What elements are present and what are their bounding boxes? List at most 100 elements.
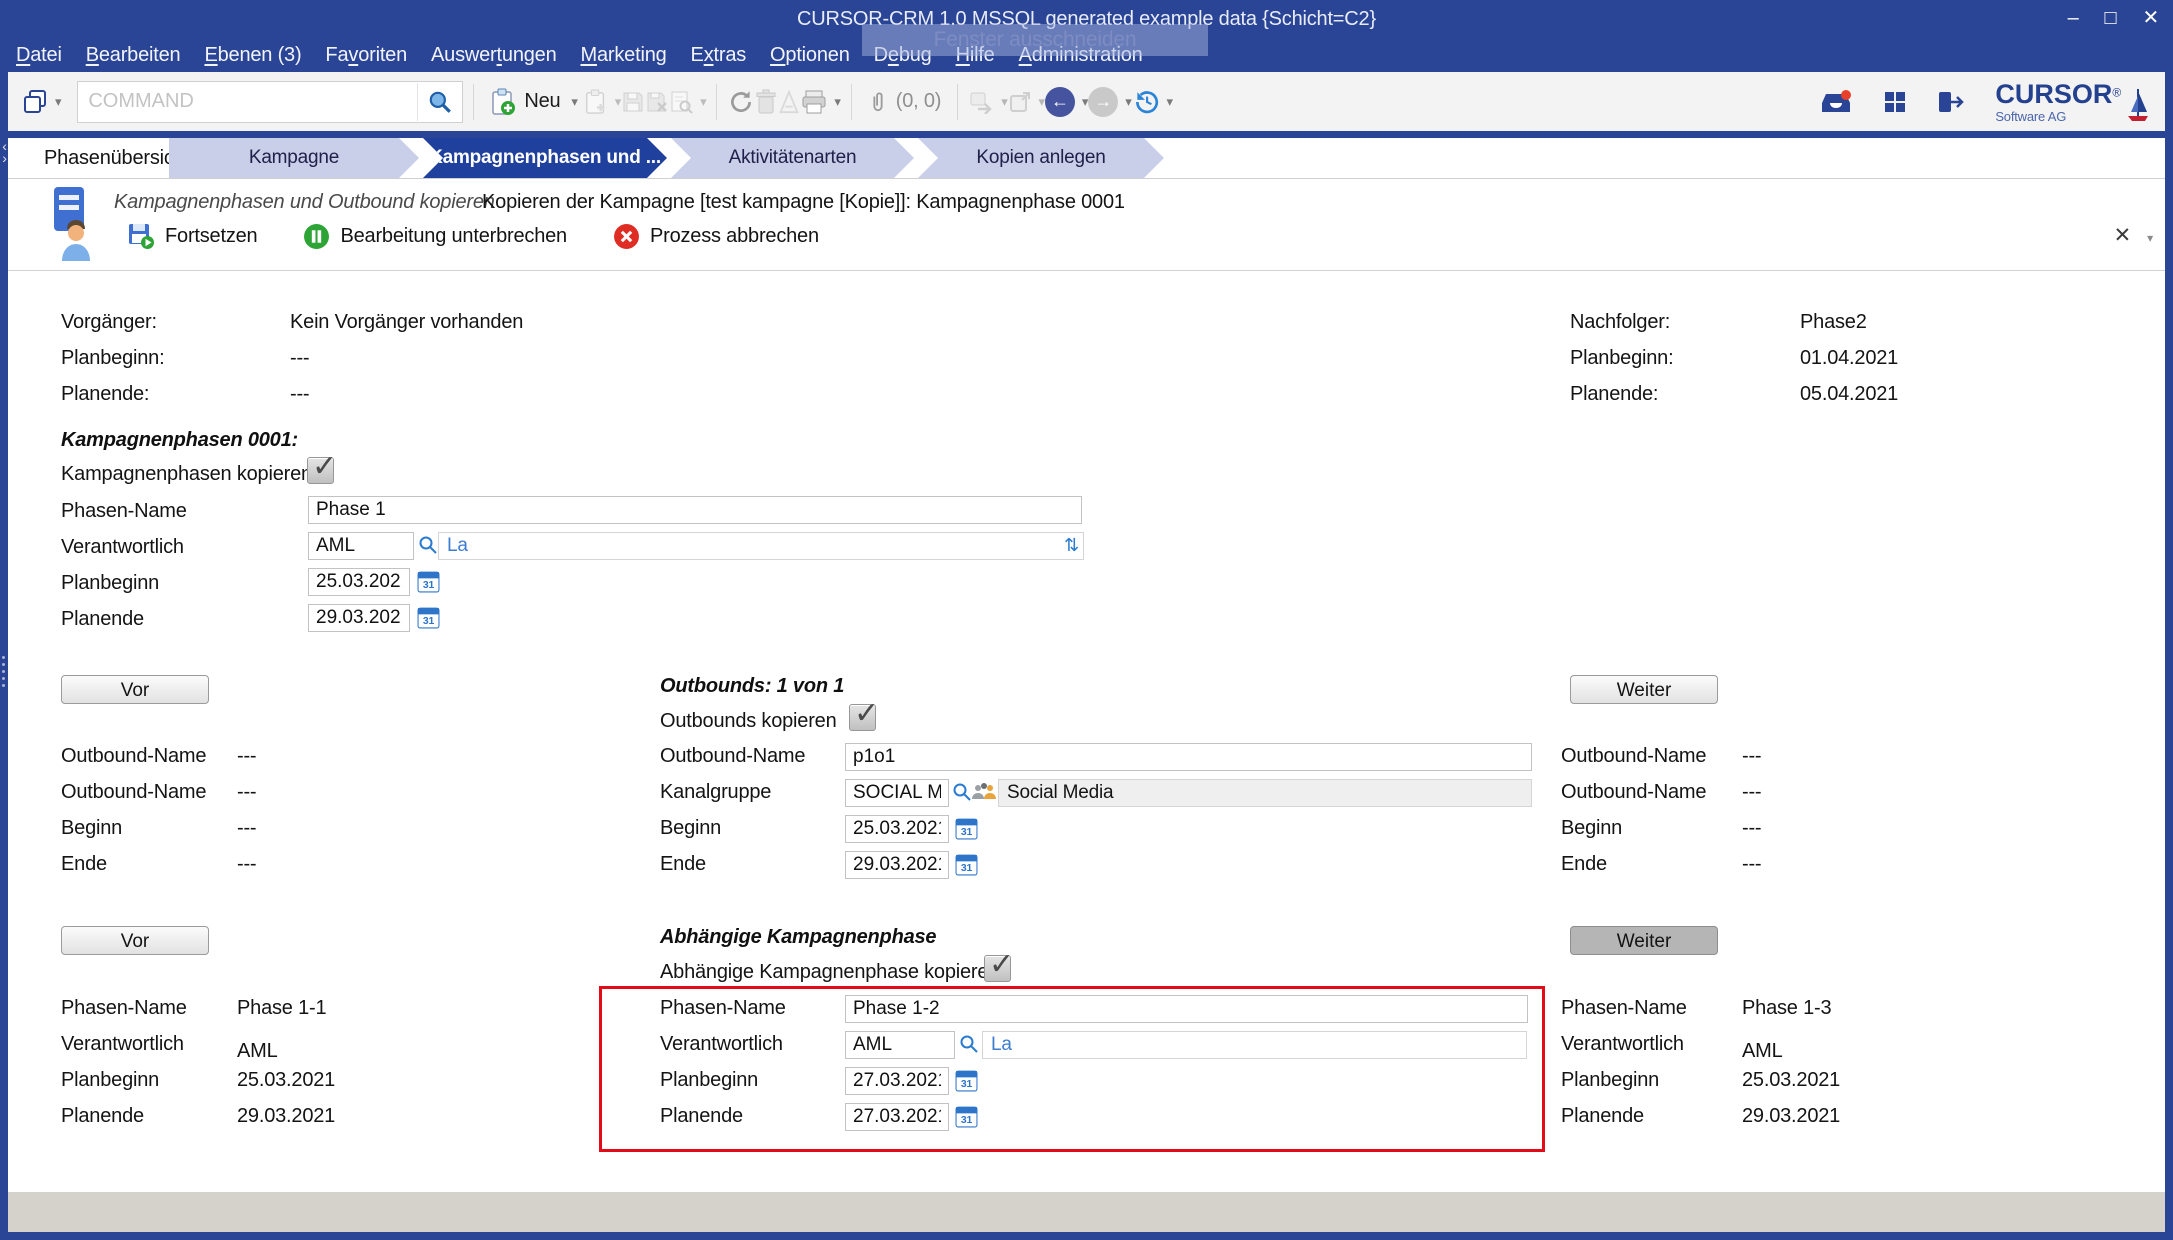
svg-text:31: 31	[961, 1079, 973, 1090]
svg-text:31: 31	[961, 863, 973, 874]
neu-button[interactable]: Neu▾	[484, 84, 583, 120]
svg-text:31: 31	[961, 1115, 973, 1126]
calendar-icon[interactable]: 31	[955, 1069, 978, 1092]
command-search-button[interactable]	[417, 83, 462, 121]
lookup-search-icon[interactable]	[959, 1034, 979, 1054]
new-window-button[interactable]: ▾	[22, 89, 61, 115]
minimize-button[interactable]: –	[2068, 4, 2079, 32]
export-button[interactable]: ▾	[968, 90, 1007, 114]
beginn-label: Beginn	[660, 817, 721, 840]
calendar-icon[interactable]: 31	[955, 853, 978, 876]
tiles-button[interactable]	[1883, 90, 1907, 114]
kanalgruppe-code-input[interactable]	[845, 779, 949, 807]
print-button[interactable]: ▾	[801, 90, 840, 114]
measure-button[interactable]	[777, 90, 801, 114]
delete-button[interactable]	[755, 89, 777, 115]
chevron-down-icon: ▾	[1039, 94, 1045, 110]
calendar-icon[interactable]: 31	[955, 817, 978, 840]
copy-record-button[interactable]: ▾	[584, 89, 621, 115]
save-button[interactable]	[621, 90, 645, 114]
menu-optionen[interactable]: Optionen	[770, 44, 850, 67]
refresh-button[interactable]	[727, 88, 755, 116]
ende-value: ---	[237, 853, 256, 876]
quick-search-button[interactable]: ▾	[669, 90, 706, 114]
logout-button[interactable]	[1937, 90, 1965, 114]
verantwortlich-label: Verantwortlich	[660, 1033, 783, 1056]
phase-step-kopien-anlegen[interactable]: Kopien anlegen	[918, 138, 1164, 178]
weiter-button-outbound[interactable]: Weiter	[1570, 675, 1718, 704]
phasen-name-value: Phase 1-1	[237, 997, 326, 1020]
sort-toggle-icon[interactable]: ⇅	[1064, 535, 1079, 556]
chevron-down-icon: ▾	[55, 94, 61, 110]
weiter-button-dependent[interactable]: Weiter	[1570, 926, 1718, 955]
verantwortlich-code-input[interactable]	[308, 532, 414, 560]
vor-button-outbound[interactable]: Vor	[61, 675, 209, 704]
planende-value: ---	[290, 383, 309, 406]
outbound-name-value: ---	[1742, 781, 1761, 804]
attachments-button[interactable]: (0, 0)	[862, 86, 947, 118]
planbeginn-input[interactable]	[308, 568, 410, 596]
save-close-button[interactable]	[645, 90, 669, 114]
inbox-button[interactable]	[1819, 89, 1853, 115]
planende-input[interactable]	[308, 604, 410, 632]
planbeginn-label: Planbeginn:	[61, 347, 164, 370]
splitter-grip[interactable]	[2, 652, 6, 691]
navigate-forward-button[interactable]: →▾	[1088, 87, 1131, 117]
copy-phases-checkbox[interactable]	[307, 457, 334, 484]
bearbeitung-unterbrechen-button[interactable]: Bearbeitung unterbrechen	[303, 223, 566, 250]
prozess-abbrechen-button[interactable]: Prozess abbrechen	[613, 223, 819, 250]
beginn-input[interactable]	[845, 815, 949, 843]
dependent-planende-input[interactable]	[845, 1103, 949, 1131]
nachfolger-value: Phase2	[1800, 311, 1867, 334]
lookup-search-icon[interactable]	[952, 782, 972, 802]
phasen-name-input[interactable]	[308, 496, 1082, 524]
navigate-back-button[interactable]: ←▾	[1045, 87, 1088, 117]
vor-button-dependent[interactable]: Vor	[61, 926, 209, 955]
menu-favoriten[interactable]: Favoriten	[325, 44, 407, 67]
chevron-down-icon[interactable]: ▾	[2147, 231, 2153, 245]
ende-input[interactable]	[845, 851, 949, 879]
menu-auswertungen[interactable]: Auswertungen	[431, 44, 556, 67]
outbound-name-label: Outbound-Name	[1561, 781, 1706, 804]
export-icon	[968, 90, 994, 114]
maximize-button[interactable]: □	[2105, 4, 2117, 32]
verantwortlich-label: Verantwortlich	[61, 1033, 184, 1056]
toolbar-separator	[716, 84, 717, 120]
copy-dependent-checkbox[interactable]	[984, 955, 1011, 982]
lookup-search-icon[interactable]	[418, 535, 438, 555]
close-button[interactable]: ✕	[2142, 4, 2159, 32]
menu-extras[interactable]: Extras	[691, 44, 747, 67]
cursor-logo: CURSOR® Software AG	[1995, 81, 2151, 123]
close-panel-icon[interactable]: ✕	[2114, 223, 2131, 248]
svg-text:31: 31	[423, 580, 435, 591]
history-button[interactable]: ▾	[1132, 88, 1173, 116]
save-icon	[621, 90, 645, 114]
calendar-icon[interactable]: 31	[417, 606, 440, 629]
outbound-name-input[interactable]	[845, 743, 1532, 771]
menu-datei[interactable]: Datei	[16, 44, 62, 67]
kanalgruppe-label: Kanalgruppe	[660, 781, 771, 804]
dependent-verantwortlich-code-input[interactable]	[845, 1031, 955, 1059]
dependent-verantwortlich-display-field[interactable]: La	[982, 1031, 1527, 1059]
dependent-phasen-name-input[interactable]	[845, 995, 1528, 1023]
planbeginn-value: 25.03.2021	[1742, 1069, 1840, 1092]
menu-ebenen[interactable]: Ebenen (3)	[204, 44, 301, 67]
panel-collapse-toggle[interactable]: ‹›	[0, 140, 9, 164]
form-search-icon	[669, 90, 693, 114]
menu-marketing[interactable]: Marketing	[581, 44, 667, 67]
phase-overview-bar: Phasenübersicht: Kampagne Kampagnenphase…	[8, 138, 2165, 179]
calendar-icon[interactable]: 31	[955, 1105, 978, 1128]
open-external-button[interactable]: ▾	[1008, 90, 1045, 114]
command-input[interactable]	[78, 90, 417, 113]
copy-outbounds-checkbox[interactable]	[849, 704, 876, 731]
verantwortlich-display-field[interactable]: La ⇅	[438, 532, 1084, 560]
dependent-planbeginn-input[interactable]	[845, 1067, 949, 1095]
calendar-icon[interactable]: 31	[417, 570, 440, 593]
phase-step-kampagne[interactable]: Kampagne	[169, 138, 419, 178]
menu-bearbeiten[interactable]: Bearbeiten	[86, 44, 181, 67]
planende-label: Planende:	[61, 383, 149, 406]
fortsetzen-button[interactable]: Fortsetzen	[128, 223, 257, 250]
phase-step-kampagnenphasen[interactable]: Kampagnenphasen und ...	[423, 138, 667, 178]
phase-step-aktivitaetenarten[interactable]: Aktivitätenarten	[671, 138, 914, 178]
refresh-icon	[727, 88, 755, 116]
